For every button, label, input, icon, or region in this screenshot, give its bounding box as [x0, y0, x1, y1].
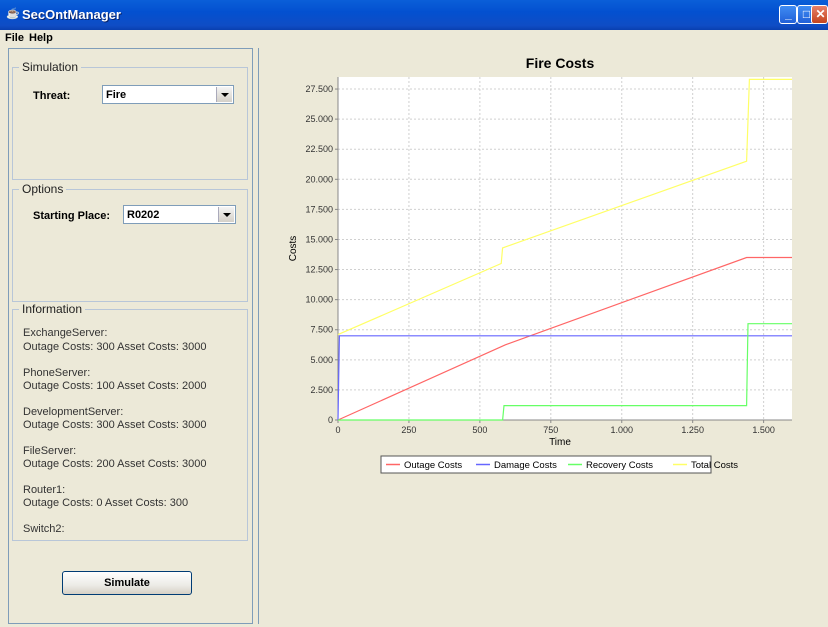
starting-place-value: R0202: [127, 209, 160, 221]
y-tick-label: 25.000: [305, 114, 333, 124]
app-icon: ☕: [6, 8, 20, 20]
left-panel: Simulation Threat: Fire Options Starting…: [8, 48, 253, 624]
legend-label: Outage Costs: [404, 460, 462, 471]
y-tick-label: 0: [328, 415, 333, 425]
menu-file[interactable]: File: [5, 32, 24, 44]
x-tick-label: 0: [335, 425, 340, 435]
info-entry-name: Switch2:: [23, 523, 65, 535]
info-entry-name: Router1:: [23, 484, 66, 496]
simulation-group: Simulation Threat: Fire: [12, 60, 248, 180]
y-tick-label: 15.000: [305, 234, 333, 244]
info-entry-name: DevelopmentServer:: [23, 406, 124, 418]
options-group: Options Starting Place: R0202: [12, 182, 248, 302]
y-tick-label: 10.000: [305, 295, 333, 305]
y-tick-label: 12.500: [305, 265, 333, 275]
menu-bar: File Help: [0, 30, 828, 47]
options-group-title: Options: [19, 182, 67, 196]
info-entry-detail: Outage Costs: 200 Asset Costs: 3000: [23, 458, 207, 470]
legend-label: Total Costs: [691, 460, 738, 471]
threat-label: Threat:: [33, 90, 71, 102]
y-tick-label: 2.500: [310, 385, 333, 395]
y-tick-label: 7.500: [310, 325, 333, 335]
x-tick-label: 1.000: [610, 425, 633, 435]
fire-costs-chart: Fire Costs 0 2.500 5.000 7.500 10.000 12.500 15…: [288, 55, 792, 474]
x-axis-label: Time: [549, 437, 571, 448]
info-entry-detail: Outage Costs: 0 Asset Costs: 300: [23, 497, 189, 509]
info-entry-detail: Outage Costs: 100 Asset Costs: 2000: [23, 380, 207, 392]
info-entry-detail: Outage Costs: 300 Asset Costs: 3000: [23, 341, 207, 353]
info-entry-name: ExchangeServer:: [23, 327, 108, 339]
x-tick-label: 1.500: [752, 425, 775, 435]
info-entry-detail: Outage Costs: 300 Asset Costs: 3000: [23, 419, 207, 431]
window-title: SecOntManager: [22, 7, 121, 22]
close-icon: ✕: [815, 7, 826, 21]
minimize-icon: _: [785, 7, 792, 21]
info-entry-name: FileServer:: [23, 445, 77, 457]
information-group: Information ExchangeServer: Outage Costs…: [12, 302, 248, 541]
simulate-button[interactable]: Simulate: [62, 571, 192, 595]
y-tick-label: 27.500: [305, 84, 333, 94]
info-entry-name: PhoneServer:: [23, 367, 91, 379]
chevron-down-icon[interactable]: [218, 207, 234, 222]
y-tick-label: 17.500: [305, 204, 333, 214]
plot-area: [338, 77, 792, 420]
legend-label: Recovery Costs: [586, 460, 653, 471]
legend-label: Damage Costs: [494, 460, 557, 471]
threat-select[interactable]: Fire: [102, 85, 234, 104]
menu-help[interactable]: Help: [29, 32, 53, 44]
starting-place-label: Starting Place:: [33, 210, 111, 222]
x-tick-label: 500: [472, 425, 487, 435]
y-tick-label: 5.000: [310, 355, 333, 365]
minimize-button[interactable]: _: [779, 5, 797, 24]
y-axis-label: Costs: [288, 236, 299, 262]
close-button[interactable]: ✕: [811, 5, 828, 24]
chart-panel: Fire Costs 0 2.500 5.000 7.500 10.000 12.500 15…: [258, 48, 828, 624]
y-tick-label: 20.000: [305, 174, 333, 184]
threat-value: Fire: [106, 89, 127, 101]
chart-title: Fire Costs: [526, 55, 595, 71]
chevron-down-icon[interactable]: [216, 87, 232, 102]
y-tick-label: 22.500: [305, 144, 333, 154]
information-group-title: Information: [19, 302, 86, 316]
x-tick-label: 250: [401, 425, 416, 435]
starting-place-select[interactable]: R0202: [123, 205, 236, 224]
title-bar: ☕ SecOntManager _ □ ✕: [0, 0, 828, 30]
simulation-group-title: Simulation: [19, 60, 82, 74]
x-tick-label: 750: [543, 425, 558, 435]
x-tick-label: 1.250: [681, 425, 704, 435]
